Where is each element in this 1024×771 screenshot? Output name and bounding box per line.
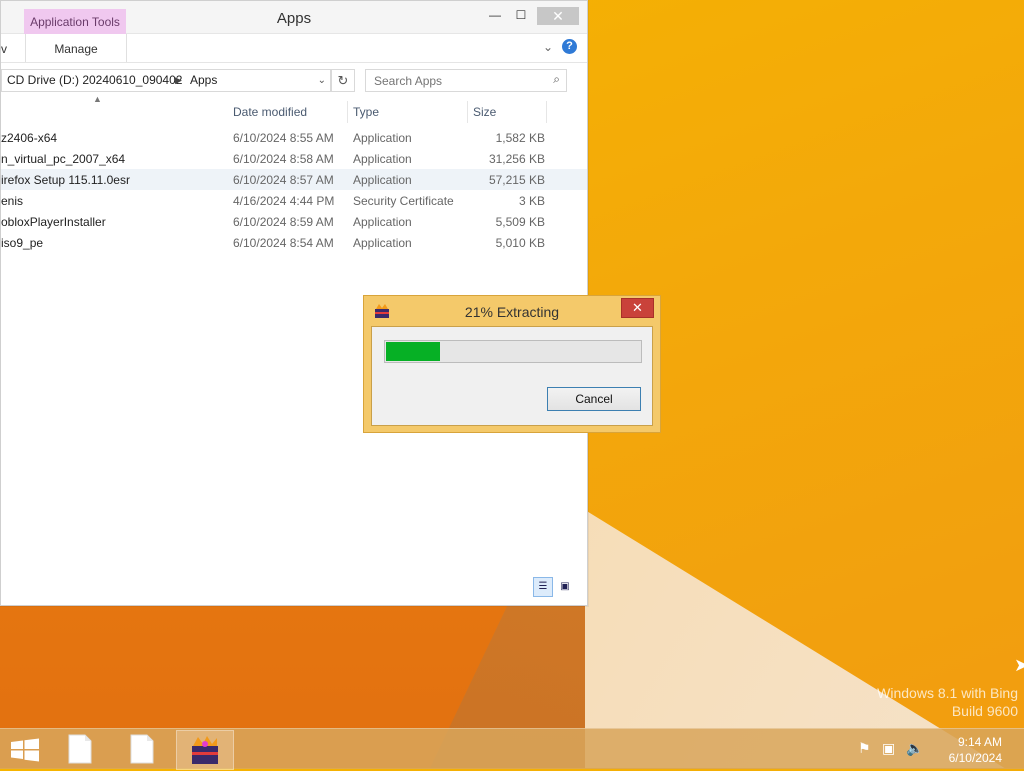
address-bar[interactable]: CD Drive (D:) 20240610_090402 ▶ Apps ⌄ [1, 69, 331, 92]
breadcrumb-separator-icon[interactable]: ▶ [175, 70, 182, 91]
search-input[interactable] [372, 70, 536, 91]
cancel-button[interactable]: Cancel [547, 387, 641, 411]
clock-time: 9:14 AM [957, 735, 1002, 749]
details-view-icon[interactable]: ☰ [533, 577, 553, 597]
taskbar-item-file-explorer[interactable] [52, 730, 108, 768]
column-header-type[interactable]: Type [353, 105, 379, 119]
file-date: 6/10/2024 8:58 AM [233, 152, 334, 166]
file-type: Application [353, 215, 412, 229]
dialog-close-button[interactable]: ✕ [621, 298, 654, 318]
help-icon[interactable]: ? [562, 39, 577, 54]
ribbon-tab-view-fragment[interactable]: v [1, 42, 7, 56]
minimize-button[interactable]: — [485, 7, 505, 23]
search-icon[interactable]: ⌕ [553, 72, 560, 87]
archiver-app-icon [192, 736, 218, 764]
file-type: Application [353, 152, 412, 166]
column-divider[interactable] [347, 101, 348, 123]
extract-progress-bar [384, 340, 642, 363]
file-size: 5,010 KB [495, 236, 545, 250]
file-icon [68, 734, 92, 764]
file-date: 6/10/2024 8:57 AM [233, 173, 334, 187]
windows-start-icon[interactable] [10, 738, 40, 762]
mouse-cursor-icon: ➤ [1014, 655, 1024, 675]
column-header-size[interactable]: Size [473, 105, 496, 119]
large-icons-view-icon[interactable]: ▣ [555, 577, 575, 597]
watermark-line1: Windows 8.1 with Bing [877, 685, 1018, 701]
clock[interactable]: 9:14 AM 6/10/2024 [949, 734, 1002, 766]
file-name: z2406-x64 [1, 131, 58, 145]
file-row[interactable]: z2406-x64 6/10/2024 8:55 AM Application … [1, 127, 587, 148]
action-center-flag-icon[interactable]: ⚑ [858, 740, 871, 757]
file-row[interactable]: iso9_pe 6/10/2024 8:54 AM Application 5,… [1, 232, 587, 253]
dialog-title: 21% Extracting [464, 304, 560, 320]
system-tray: ⚑ ▣ 🔈 9:14 AM 6/10/2024 [854, 729, 1024, 769]
windows-watermark: Windows 8.1 with Bing Build 9600 [877, 684, 1018, 720]
ribbon-expand-chevron-icon[interactable]: ⌄ [543, 40, 553, 54]
ribbon-tab-manage[interactable]: Manage [25, 34, 127, 62]
column-divider[interactable] [467, 101, 468, 123]
file-icon [130, 734, 154, 764]
file-name: irefox Setup 115.11.0esr [1, 173, 130, 187]
file-type: Application [353, 236, 412, 250]
file-type: Security Certificate [353, 194, 454, 208]
file-row[interactable]: enis 4/16/2024 4:44 PM Security Certific… [1, 190, 587, 211]
file-date: 6/10/2024 8:55 AM [233, 131, 334, 145]
file-size: 57,215 KB [488, 173, 545, 187]
file-name: enis [1, 194, 24, 208]
address-dropdown-icon[interactable]: ⌄ [318, 70, 326, 91]
file-name: obloxPlayerInstaller [1, 215, 106, 229]
file-type: Application [353, 173, 412, 187]
file-list: z2406-x64 6/10/2024 8:55 AM Application … [1, 127, 587, 253]
volume-icon[interactable]: 🔈 [906, 740, 923, 757]
explorer-titlebar[interactable]: Application Tools Apps — ☐ ✕ [1, 1, 587, 34]
watermark-line2: Build 9600 [951, 703, 1018, 719]
file-name: n_virtual_pc_2007_x64 [1, 152, 126, 166]
network-icon[interactable]: ▣ [882, 740, 895, 757]
progress-fill [386, 342, 440, 361]
refresh-button[interactable]: ↻ [331, 69, 355, 92]
dialog-body: Cancel [371, 326, 653, 426]
file-row-selected[interactable]: irefox Setup 115.11.0esr 6/10/2024 8:57 … [1, 169, 587, 190]
clock-date: 6/10/2024 [948, 751, 1002, 765]
address-bar-row: CD Drive (D:) 20240610_090402 ▶ Apps ⌄ ↻… [1, 63, 587, 97]
file-type: Application [353, 131, 412, 145]
view-toggle-group: ☰ ▣ [531, 576, 575, 597]
breadcrumb-apps[interactable]: Apps [190, 70, 217, 91]
taskbar: ⚑ ▣ 🔈 9:14 AM 6/10/2024 [0, 728, 1024, 770]
file-date: 4/16/2024 4:44 PM [233, 194, 335, 208]
file-size: 1,582 KB [495, 131, 545, 145]
breadcrumb-drive[interactable]: CD Drive (D:) 20240610_090402 [7, 70, 182, 91]
taskbar-item-document[interactable] [114, 730, 170, 768]
column-divider[interactable] [546, 101, 547, 123]
ribbon: v Manage ⌄ ? [1, 34, 587, 63]
file-size: 3 KB [518, 194, 545, 208]
file-size: 5,509 KB [495, 215, 545, 229]
file-size: 31,256 KB [488, 152, 545, 166]
file-date: 6/10/2024 8:59 AM [233, 215, 334, 229]
taskbar-item-archiver[interactable] [176, 730, 234, 770]
file-row[interactable]: obloxPlayerInstaller 6/10/2024 8:59 AM A… [1, 211, 587, 232]
file-date: 6/10/2024 8:54 AM [233, 236, 334, 250]
file-name: iso9_pe [1, 236, 44, 250]
sort-ascending-icon: ▲ [93, 94, 102, 104]
column-headers: ▲ Date modified Type Size [1, 94, 587, 127]
maximize-button[interactable]: ☐ [511, 7, 531, 23]
file-row[interactable]: n_virtual_pc_2007_x64 6/10/2024 8:58 AM … [1, 148, 587, 169]
close-button[interactable]: ✕ [537, 7, 579, 25]
column-header-date[interactable]: Date modified [233, 105, 307, 119]
search-box[interactable]: ⌕ [365, 69, 567, 92]
extract-progress-dialog: 21% Extracting ✕ Cancel [363, 295, 661, 433]
